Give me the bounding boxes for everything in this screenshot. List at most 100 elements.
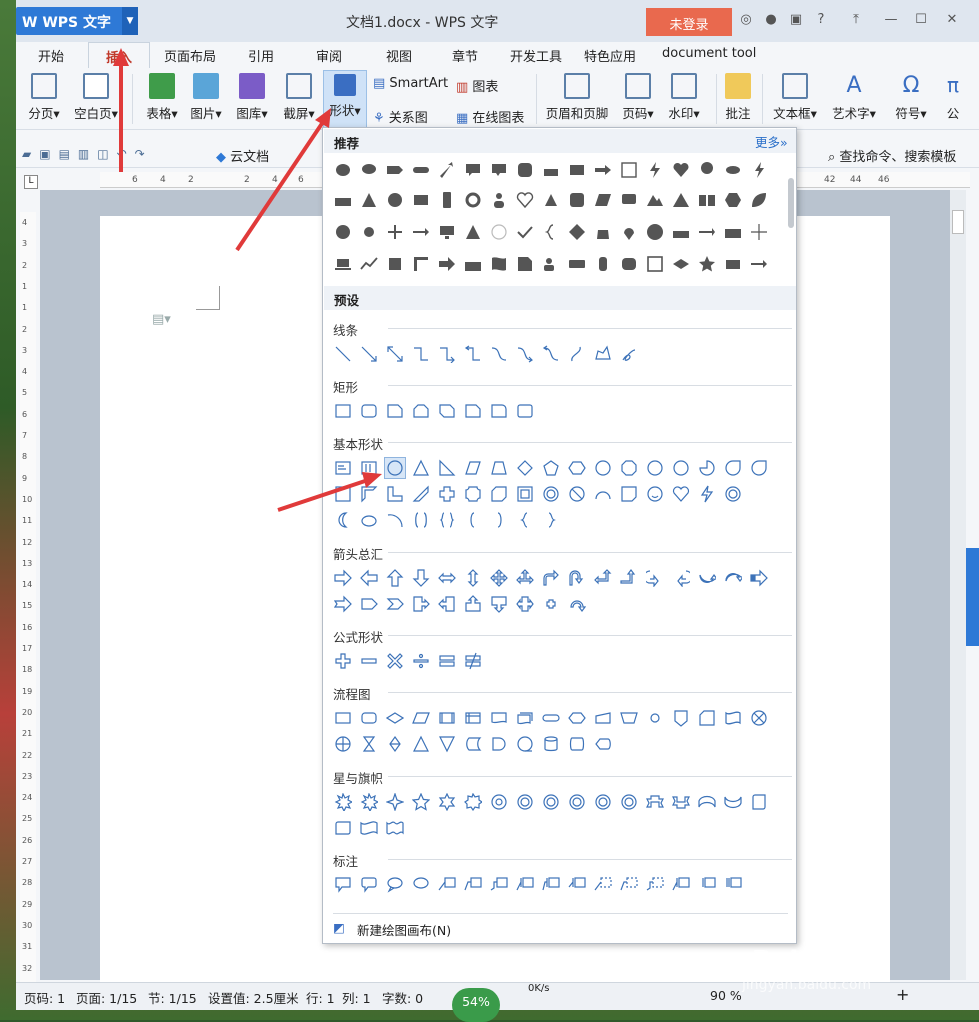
shape-oval-selected[interactable]: [384, 457, 406, 479]
tab-view[interactable]: 视图: [386, 46, 412, 65]
new-drawing-canvas-item[interactable]: ◩ 新建绘图画布(N): [333, 913, 788, 939]
shape-book[interactable]: [697, 190, 717, 210]
shape-arrow-diagonal[interactable]: [437, 160, 457, 180]
shape-left-arrow[interactable]: [359, 568, 379, 588]
shape-line-callout1[interactable]: [437, 874, 457, 894]
shape-callout-oval[interactable]: [385, 874, 405, 894]
shape-right-bracket[interactable]: [489, 510, 509, 530]
online-chart-button[interactable]: ▦ 在线图表: [456, 107, 524, 126]
shape-right-brace[interactable]: [541, 510, 561, 530]
wordart-button[interactable]: A 艺术字▾: [826, 70, 882, 128]
shape-snip-diag[interactable]: [437, 401, 457, 421]
shape-check[interactable]: [515, 222, 535, 242]
shape-line-callout-border-accent1[interactable]: [671, 874, 691, 894]
shape-cross[interactable]: [437, 484, 457, 504]
gallery-scrollbar-thumb[interactable]: [788, 178, 794, 228]
shape-circular-arrow[interactable]: [567, 594, 587, 614]
tab-home[interactable]: 开始: [38, 46, 64, 65]
shape-left-brace[interactable]: [515, 510, 535, 530]
shape-multiply-sign[interactable]: [385, 651, 405, 671]
shape-flow-delay[interactable]: [489, 734, 509, 754]
shape-double-wave[interactable]: [385, 818, 405, 838]
shape-triangle[interactable]: [359, 190, 379, 210]
shape-arc[interactable]: [385, 510, 405, 530]
shape-question[interactable]: [645, 222, 665, 242]
shape-flow-process[interactable]: [333, 708, 353, 728]
shape-vertical-textbox[interactable]: [359, 458, 379, 478]
shape-elbow-arrow[interactable]: [437, 344, 457, 364]
shape-flow-merge[interactable]: [437, 734, 457, 754]
shape-hexagon[interactable]: [567, 458, 587, 478]
shape-arrow-thin[interactable]: [697, 222, 717, 242]
shape-diamond[interactable]: [515, 458, 535, 478]
shape-monitor[interactable]: [437, 222, 457, 242]
shape-people-group[interactable]: [463, 254, 483, 274]
shape-flow-document[interactable]: [489, 708, 509, 728]
gallery-button[interactable]: 图库▾: [230, 70, 274, 128]
symbol-button[interactable]: Ω 符号▾: [890, 70, 932, 128]
watermark-button[interactable]: 水印▾: [664, 70, 704, 128]
shape-right-triangle[interactable]: [437, 458, 457, 478]
shape-double-brace[interactable]: [437, 510, 457, 530]
tab-review[interactable]: 审阅: [316, 46, 342, 65]
shape-star4[interactable]: [385, 792, 405, 812]
shape-plus[interactable]: [385, 222, 405, 242]
shape-curved-left-arrow[interactable]: [671, 568, 691, 588]
shape-callout-rect2[interactable]: [489, 160, 509, 180]
shape-iso-triangle[interactable]: [411, 458, 431, 478]
tab-stop-selector[interactable]: L: [24, 175, 38, 189]
shape-explosion1[interactable]: [333, 792, 353, 812]
shape-line-callout3-accent[interactable]: [567, 874, 587, 894]
shape-elbow-double[interactable]: [463, 344, 483, 364]
zoom-in-icon[interactable]: +: [896, 985, 909, 1004]
shape-heart-outline[interactable]: [515, 190, 535, 210]
shape-flow-sort[interactable]: [385, 734, 405, 754]
shape-flag[interactable]: [489, 254, 509, 274]
shape-crowd[interactable]: [723, 222, 743, 242]
maximize-icon[interactable]: ☐: [913, 12, 929, 28]
smartart-button[interactable]: ▤ SmartArt: [373, 76, 448, 91]
shape-line-callout1-noborder[interactable]: [593, 874, 613, 894]
shape-arrow-bold[interactable]: [437, 254, 457, 274]
shape-teardrop[interactable]: [723, 458, 743, 478]
comment-button[interactable]: 批注: [720, 70, 756, 128]
shape-rect-flat[interactable]: [411, 190, 431, 210]
shape-round-single[interactable]: [489, 401, 509, 421]
shape-line-callout-border-accent2[interactable]: [697, 874, 717, 894]
shape-line[interactable]: [333, 344, 353, 364]
blank-page-button[interactable]: 空白页▾: [70, 70, 122, 128]
shape-star6[interactable]: [437, 792, 457, 812]
shape-curve[interactable]: [489, 344, 509, 364]
shape-arrow-simple[interactable]: [749, 254, 769, 274]
shape-laptop[interactable]: [333, 254, 353, 274]
shape-curved-right-arrow[interactable]: [645, 568, 665, 588]
shape-up-down-arrow[interactable]: [463, 568, 483, 588]
shape-plus-sign[interactable]: [333, 651, 353, 671]
tab-insert[interactable]: 插入: [88, 42, 150, 69]
shape-globe[interactable]: [385, 190, 405, 210]
shape-heart[interactable]: [671, 160, 691, 180]
shape-hand[interactable]: [593, 254, 613, 274]
shape-pie[interactable]: [697, 458, 717, 478]
shape-star12[interactable]: [541, 792, 561, 812]
shape-round-diag[interactable]: [515, 401, 535, 421]
shape-decagon[interactable]: [645, 458, 665, 478]
shape-flow-summing[interactable]: [749, 708, 769, 728]
shape-quad-arrow[interactable]: [489, 568, 509, 588]
shape-pentagon-arrow[interactable]: [385, 160, 405, 180]
shape-runner[interactable]: [723, 254, 743, 274]
shape-left-callout-arrow[interactable]: [437, 594, 457, 614]
tab-chapter[interactable]: 章节: [452, 46, 478, 65]
shape-square-outline[interactable]: [619, 160, 639, 180]
shape-flow-manual-input[interactable]: [593, 708, 613, 728]
shape-left-bracket[interactable]: [463, 510, 483, 530]
shape-brace[interactable]: [541, 222, 561, 242]
chart-button[interactable]: ▥ 图表: [456, 76, 498, 95]
shape-bent-arrow[interactable]: [541, 568, 561, 588]
shape-team[interactable]: [671, 222, 691, 242]
shape-callout-rect[interactable]: [463, 160, 483, 180]
header-footer-button[interactable]: 页眉和页脚: [542, 70, 612, 128]
shape-triangle-small[interactable]: [541, 190, 561, 210]
shape-lightning[interactable]: [645, 160, 665, 180]
tab-special[interactable]: 特色应用: [584, 46, 636, 65]
